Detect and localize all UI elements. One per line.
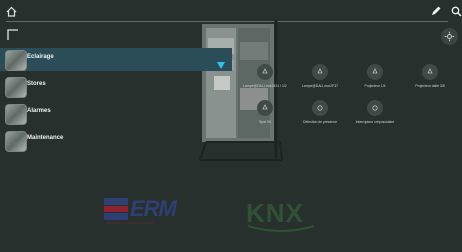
gear-icon [444,31,455,42]
lightbulb-icon [257,100,273,116]
device-tile-label: Spot 06 [259,120,271,124]
back-corner-icon[interactable] [7,28,19,40]
settings-button[interactable] [441,28,458,45]
room-thumbnail [5,104,27,125]
lightbulb-icon [312,64,328,80]
sidebar-item-label: Eclairage [27,54,54,60]
device-tile-label: Interrupteur crépusculaire [355,120,395,124]
device-tile-label: Lampe@DALI-mor2431 / 1/2 [243,84,287,88]
device-tile-label: Projecteur dalle 3/8 [415,84,445,88]
device-tile[interactable]: Projecteur 1/4 [345,60,405,100]
room-thumbnail [5,50,27,71]
erm-logo: ERM [130,196,177,221]
home-icon[interactable] [6,4,20,18]
sidebar-item-label: Maintenance [27,135,64,141]
lightbulb-icon [257,64,273,80]
pencil-icon[interactable] [430,4,444,18]
erm-tagline: Automatismes Industriels Formation [106,221,154,225]
lightbulb-icon [422,64,438,80]
device-tile[interactable]: Détection de présence [290,96,350,136]
brand-logos: ERM Automatismes Industriels Formation K… [104,196,364,236]
sidebar-item-label: Alarmes [27,108,51,114]
erm-logo-mark [104,198,128,220]
light-sensor-icon [367,100,383,116]
sidebar-item-stores[interactable]: Stores [0,75,232,98]
search-icon[interactable] [451,4,462,18]
device-tile[interactable]: Lampe@DALI-mor2F37 [290,60,350,100]
device-tile[interactable]: Lampe@DALI-mor2431 / 1/2 [235,60,295,100]
sidebar: Eclairage Stores Alarmes Maintenance [0,48,232,156]
device-tile-label: Détection de présence [303,120,337,124]
knx-logo-arc [247,225,315,232]
motion-sensor-icon [312,100,328,116]
dropper-icon [217,56,225,74]
room-thumbnail [5,131,27,152]
sidebar-item-alarmes[interactable]: Alarmes [0,102,232,125]
sidebar-item-eclairage[interactable]: Eclairage [0,48,232,71]
device-tile-grid: Lampe@DALI-mor2431 / 1/2 Lampe@DALI-mor2… [232,60,462,140]
sidebar-item-label: Stores [27,81,46,87]
device-tile[interactable]: Projecteur dalle 3/8 [400,60,460,100]
lightbulb-icon [367,64,383,80]
sidebar-item-maintenance[interactable]: Maintenance [0,129,232,152]
device-tile[interactable]: Spot 06 [235,96,295,136]
device-tile-label: Lampe@DALI-mor2F37 [301,84,339,88]
room-thumbnail [5,77,27,98]
device-tile[interactable]: Interrupteur crépusculaire [345,96,405,136]
device-tile-label: Projecteur 1/4 [364,84,386,88]
